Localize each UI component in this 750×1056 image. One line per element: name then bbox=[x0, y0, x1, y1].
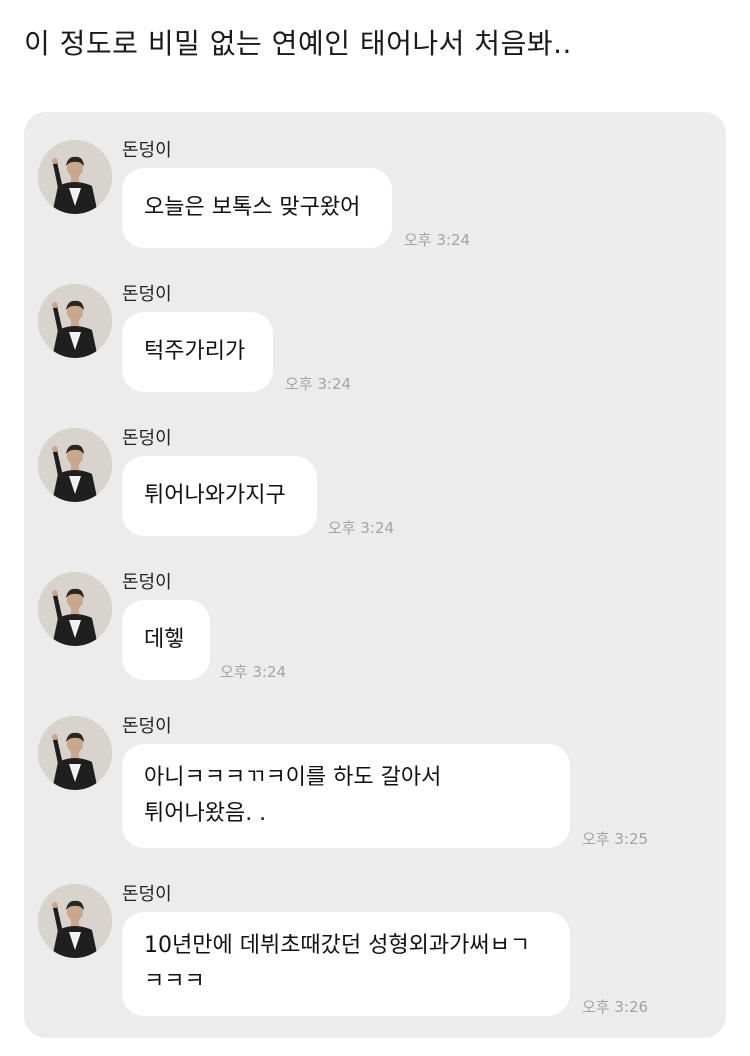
avatar[interactable] bbox=[38, 716, 112, 790]
chat-panel: 돈덩이 오늘은 보톡스 맞구왔어 오후 3:24 돈덩이 턱주가리가 오후 3:… bbox=[24, 112, 726, 1038]
message-timestamp: 오후 3:24 bbox=[285, 375, 352, 393]
message-timestamp: 오후 3:25 bbox=[582, 830, 649, 848]
avatar[interactable] bbox=[38, 884, 112, 958]
message-text: ㅋㅋㅋ bbox=[144, 969, 205, 994]
avatar-person-icon bbox=[38, 428, 112, 502]
avatar-person-icon bbox=[38, 284, 112, 358]
avatar[interactable] bbox=[38, 140, 112, 214]
avatar[interactable] bbox=[38, 572, 112, 646]
sender-name: 돈덩이 bbox=[122, 284, 172, 305]
message-text: 10년만에 데뷔초때갔던 성형외과가써ㅂㄱ bbox=[144, 933, 531, 958]
message-text: 아니ㅋㅋㅋㄲㅋ이를 하도 갈아서 bbox=[144, 765, 442, 790]
message-text: 데헿 bbox=[144, 627, 185, 652]
avatar-person-icon bbox=[38, 572, 112, 646]
sender-name: 돈덩이 bbox=[122, 884, 172, 905]
sender-name: 돈덩이 bbox=[122, 572, 172, 593]
avatar-person-icon bbox=[38, 140, 112, 214]
message-bubble: 튀어나와가지구 bbox=[122, 456, 317, 536]
page-title: 이 정도로 비밀 없는 연예인 태어나서 처음봐.. bbox=[24, 27, 572, 60]
message-bubble: 데헿 bbox=[122, 600, 210, 680]
message-text: 튀어나와가지구 bbox=[144, 483, 286, 508]
message-timestamp: 오후 3:26 bbox=[582, 998, 649, 1016]
message-bubble: 아니ㅋㅋㅋㄲㅋ이를 하도 갈아서 튀어나왔음. . bbox=[122, 744, 570, 848]
avatar-person-icon bbox=[38, 716, 112, 790]
message-bubble: 오늘은 보톡스 맞구왔어 bbox=[122, 168, 392, 248]
message-timestamp: 오후 3:24 bbox=[404, 231, 471, 249]
sender-name: 돈덩이 bbox=[122, 140, 172, 161]
message-bubble: 10년만에 데뷔초때갔던 성형외과가써ㅂㄱ ㅋㅋㅋ bbox=[122, 912, 570, 1016]
avatar-person-icon bbox=[38, 884, 112, 958]
message-timestamp: 오후 3:24 bbox=[328, 519, 395, 537]
message-text: 오늘은 보톡스 맞구왔어 bbox=[144, 195, 361, 220]
sender-name: 돈덩이 bbox=[122, 428, 172, 449]
message-text: 튀어나왔음. . bbox=[144, 801, 267, 826]
avatar[interactable] bbox=[38, 428, 112, 502]
avatar[interactable] bbox=[38, 284, 112, 358]
message-timestamp: 오후 3:24 bbox=[220, 663, 287, 681]
message-bubble: 턱주가리가 bbox=[122, 312, 273, 392]
sender-name: 돈덩이 bbox=[122, 716, 172, 737]
message-text: 턱주가리가 bbox=[144, 339, 246, 364]
